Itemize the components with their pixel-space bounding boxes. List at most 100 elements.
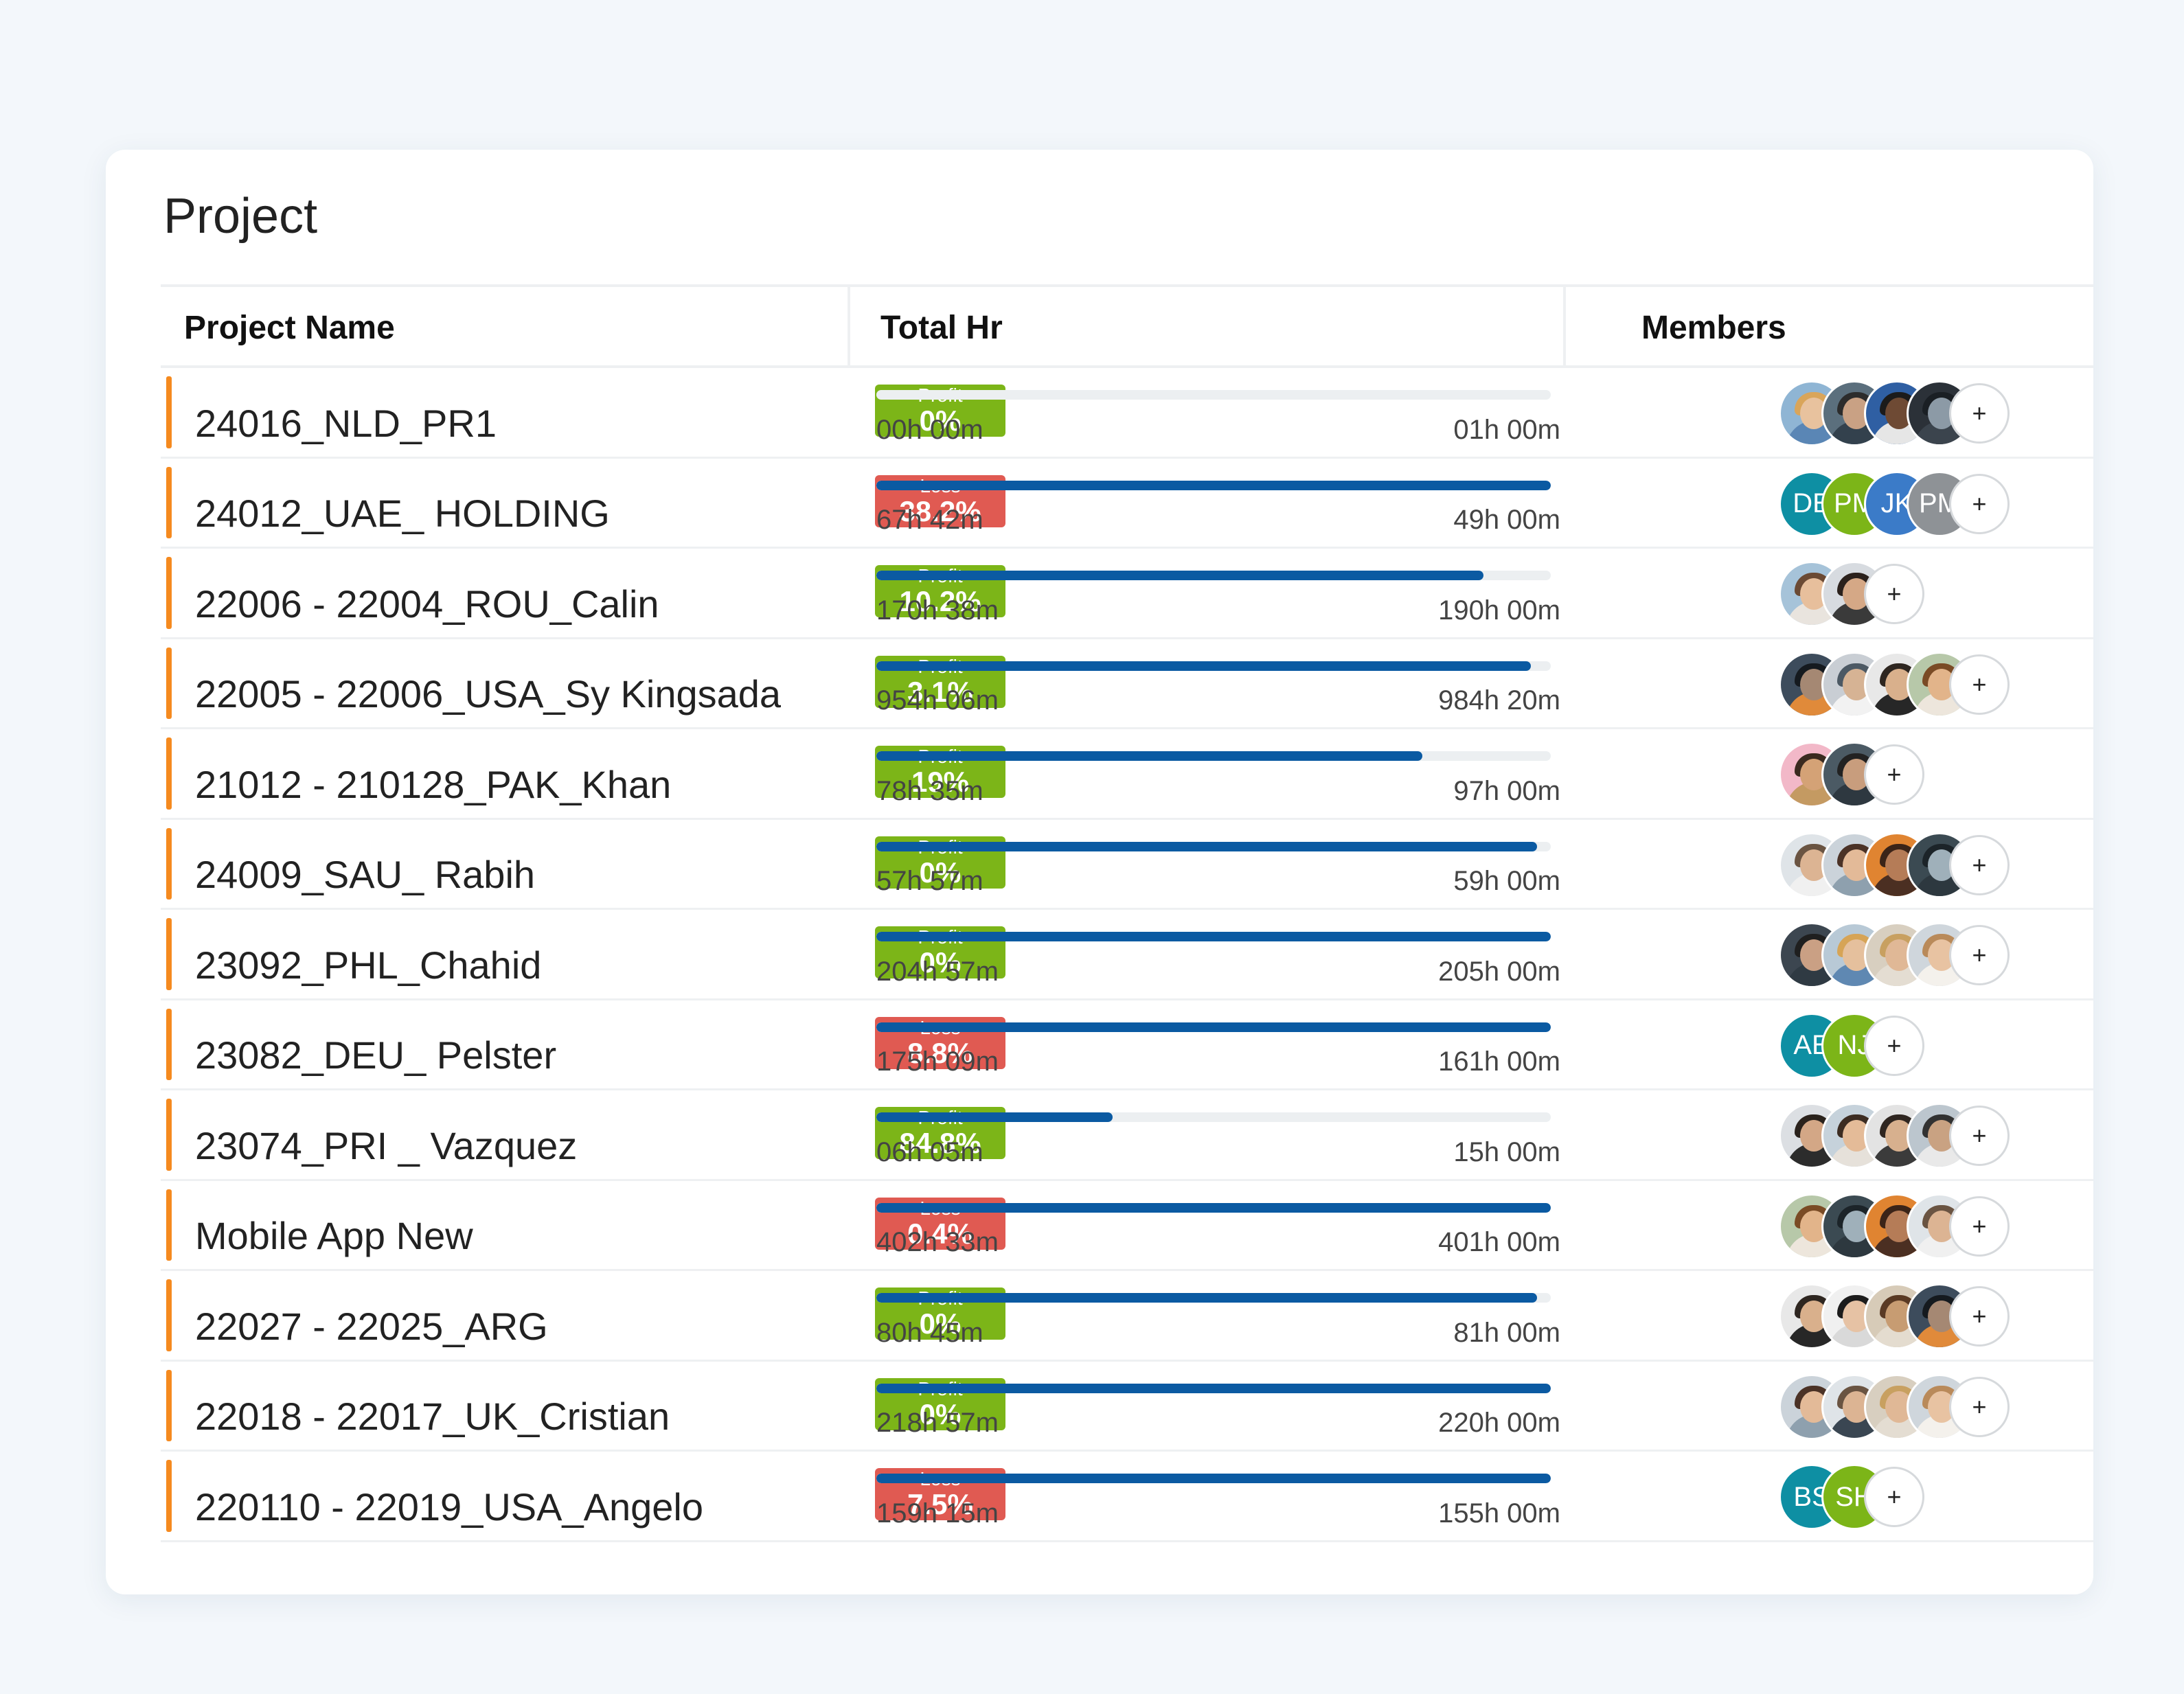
- table-row[interactable]: 21012 - 210128_PAK_KhanProfit19%78h 35m9…: [161, 729, 2093, 820]
- progress-bar-fill: [876, 661, 1531, 671]
- logged-hours: 175h 09m: [876, 1046, 999, 1077]
- project-name[interactable]: 21012 - 210128_PAK_Khan: [195, 762, 671, 807]
- table-header: Project Name Total Hr Members: [161, 284, 2093, 368]
- add-member-button[interactable]: +: [1864, 1467, 1924, 1527]
- add-member-button[interactable]: +: [1949, 383, 2010, 444]
- total-hours-cell: 402h 33m 401h 00m: [848, 1181, 1566, 1270]
- row-accent-bar: [166, 1369, 172, 1441]
- logged-hours: 218h 57m: [876, 1408, 999, 1438]
- members-cell: +: [1779, 742, 1924, 808]
- members-cell: +: [1779, 561, 1924, 627]
- project-name[interactable]: 24016_NLD_PR1: [195, 401, 497, 446]
- add-member-button[interactable]: +: [1864, 744, 1924, 805]
- row-accent-bar: [166, 827, 172, 900]
- total-hours-cell: 00h 00m 01h 00m: [848, 368, 1566, 457]
- project-name[interactable]: 23082_DEU_ Pelster: [195, 1033, 556, 1077]
- progress-bar-fill: [876, 1293, 1538, 1303]
- project-name[interactable]: 220110 - 22019_USA_Angelo: [195, 1485, 703, 1529]
- members-cell: +: [1779, 1373, 2010, 1440]
- members-cell: +: [1779, 380, 2010, 446]
- project-name[interactable]: 23074_PRI _ Vazquez: [195, 1123, 577, 1168]
- progress-bar: [876, 1202, 1551, 1213]
- project-name[interactable]: 24009_SAU_ Rabih: [195, 852, 535, 897]
- table-row[interactable]: 23074_PRI _ VazquezProfit84.8%06h 05m15h…: [161, 1090, 2093, 1181]
- table-row[interactable]: 22027 - 22025_ARGProfit0%80h 45m81h 00m+: [161, 1271, 2093, 1362]
- table-row[interactable]: 22006 - 22004_ROU_CalinProfit10.2%170h 3…: [161, 549, 2093, 639]
- row-accent-bar: [166, 918, 172, 990]
- table-row[interactable]: 24009_SAU_ RabihProfit0%57h 57m59h 00m+: [161, 820, 2093, 910]
- row-accent-bar: [166, 557, 172, 629]
- total-hours-cell: 57h 57m 59h 00m: [848, 820, 1566, 908]
- total-hours-cell: 170h 38m 190h 00m: [848, 549, 1566, 637]
- project-name[interactable]: 24012_UAE_ HOLDING: [195, 491, 610, 536]
- estimated-hours: 984h 20m: [1438, 685, 1560, 716]
- progress-bar-fill: [876, 480, 1551, 490]
- add-member-button[interactable]: +: [1949, 1286, 2010, 1347]
- row-accent-bar: [166, 466, 172, 538]
- add-member-button[interactable]: +: [1949, 1376, 2010, 1437]
- add-member-button[interactable]: +: [1949, 473, 2010, 534]
- column-header-project-name[interactable]: Project Name: [184, 287, 395, 368]
- add-member-button[interactable]: +: [1949, 925, 2010, 985]
- progress-bar-fill: [876, 1022, 1551, 1032]
- table-row[interactable]: 22018 - 22017_UK_CristianProfit0%218h 57…: [161, 1362, 2093, 1452]
- row-accent-bar: [166, 1189, 172, 1261]
- add-member-button[interactable]: +: [1864, 564, 1924, 624]
- estimated-hours: 59h 00m: [1453, 866, 1560, 896]
- progress-bar: [876, 390, 1551, 400]
- total-hours-cell: 06h 05m 15h 00m: [848, 1090, 1566, 1179]
- estimated-hours: 190h 00m: [1438, 595, 1560, 626]
- logged-hours: 57h 57m: [876, 866, 983, 896]
- progress-bar: [876, 1474, 1551, 1483]
- total-hours-cell: 78h 35m 97h 00m: [848, 729, 1566, 818]
- column-header-members[interactable]: Members: [1566, 287, 2093, 368]
- project-card: Project Project Name Total Hr Members 24…: [106, 150, 2093, 1594]
- logged-hours: 78h 35m: [876, 775, 983, 806]
- table-row[interactable]: 22005 - 22006_USA_Sy KingsadaProfit3.1%9…: [161, 639, 2093, 729]
- progress-bar-fill: [876, 1474, 1551, 1483]
- project-name[interactable]: 22018 - 22017_UK_Cristian: [195, 1394, 670, 1439]
- table-row[interactable]: Mobile App NewLoss0.4%402h 33m401h 00m+: [161, 1181, 2093, 1271]
- table-row[interactable]: 24012_UAE_ HOLDINGLoss38.2%67h 42m49h 00…: [161, 459, 2093, 549]
- project-name[interactable]: 22027 - 22025_ARG: [195, 1304, 548, 1349]
- add-member-button[interactable]: +: [1949, 1106, 2010, 1166]
- members-cell: +: [1779, 832, 2010, 898]
- project-name[interactable]: 22006 - 22004_ROU_Calin: [195, 582, 659, 626]
- row-accent-bar: [166, 376, 172, 448]
- progress-bar: [876, 932, 1551, 941]
- project-name[interactable]: Mobile App New: [195, 1213, 473, 1258]
- total-hours-cell: 80h 45m 81h 00m: [848, 1271, 1566, 1360]
- members-cell: +: [1779, 1193, 2010, 1259]
- progress-bar: [876, 841, 1551, 851]
- members-cell: BS SH +: [1779, 1464, 1924, 1530]
- progress-bar: [876, 480, 1551, 490]
- members-cell: DE PM JK PM +: [1779, 470, 2010, 537]
- logged-hours: 159h 15m: [876, 1498, 999, 1529]
- add-member-button[interactable]: +: [1949, 834, 2010, 895]
- card-title: Project: [163, 189, 318, 244]
- members-cell: +: [1779, 1103, 2010, 1169]
- total-hours-cell: 67h 42m 49h 00m: [848, 459, 1566, 547]
- estimated-hours: 15h 00m: [1453, 1136, 1560, 1167]
- add-member-button[interactable]: +: [1949, 1195, 2010, 1257]
- progress-bar-fill: [876, 1383, 1551, 1393]
- table-row[interactable]: 23092_PHL_ChahidProfit0%204h 57m205h 00m…: [161, 910, 2093, 1000]
- table-row[interactable]: 24016_NLD_PR1Profit0%00h 00m01h 00m+: [161, 368, 2093, 459]
- progress-bar-fill: [876, 1202, 1551, 1213]
- add-member-button[interactable]: +: [1949, 654, 2010, 715]
- column-header-total-hr[interactable]: Total Hr: [848, 287, 1566, 368]
- project-name[interactable]: 22005 - 22006_USA_Sy Kingsada: [195, 672, 781, 716]
- progress-bar: [876, 571, 1551, 580]
- progress-bar-fill: [876, 932, 1551, 941]
- project-name[interactable]: 23092_PHL_Chahid: [195, 943, 541, 987]
- row-accent-bar: [166, 647, 172, 719]
- add-member-button[interactable]: +: [1864, 1015, 1924, 1076]
- table-body: 24016_NLD_PR1Profit0%00h 00m01h 00m+2401…: [161, 368, 2093, 1542]
- table-row[interactable]: 23082_DEU_ PelsterLoss8.8%175h 09m161h 0…: [161, 1000, 2093, 1090]
- estimated-hours: 155h 00m: [1438, 1498, 1560, 1529]
- progress-bar: [876, 1293, 1551, 1303]
- logged-hours: 170h 38m: [876, 595, 999, 626]
- progress-bar: [876, 1022, 1551, 1032]
- table-row[interactable]: 220110 - 22019_USA_AngeloLoss7.5%159h 15…: [161, 1452, 2093, 1542]
- members-cell: +: [1779, 651, 2010, 718]
